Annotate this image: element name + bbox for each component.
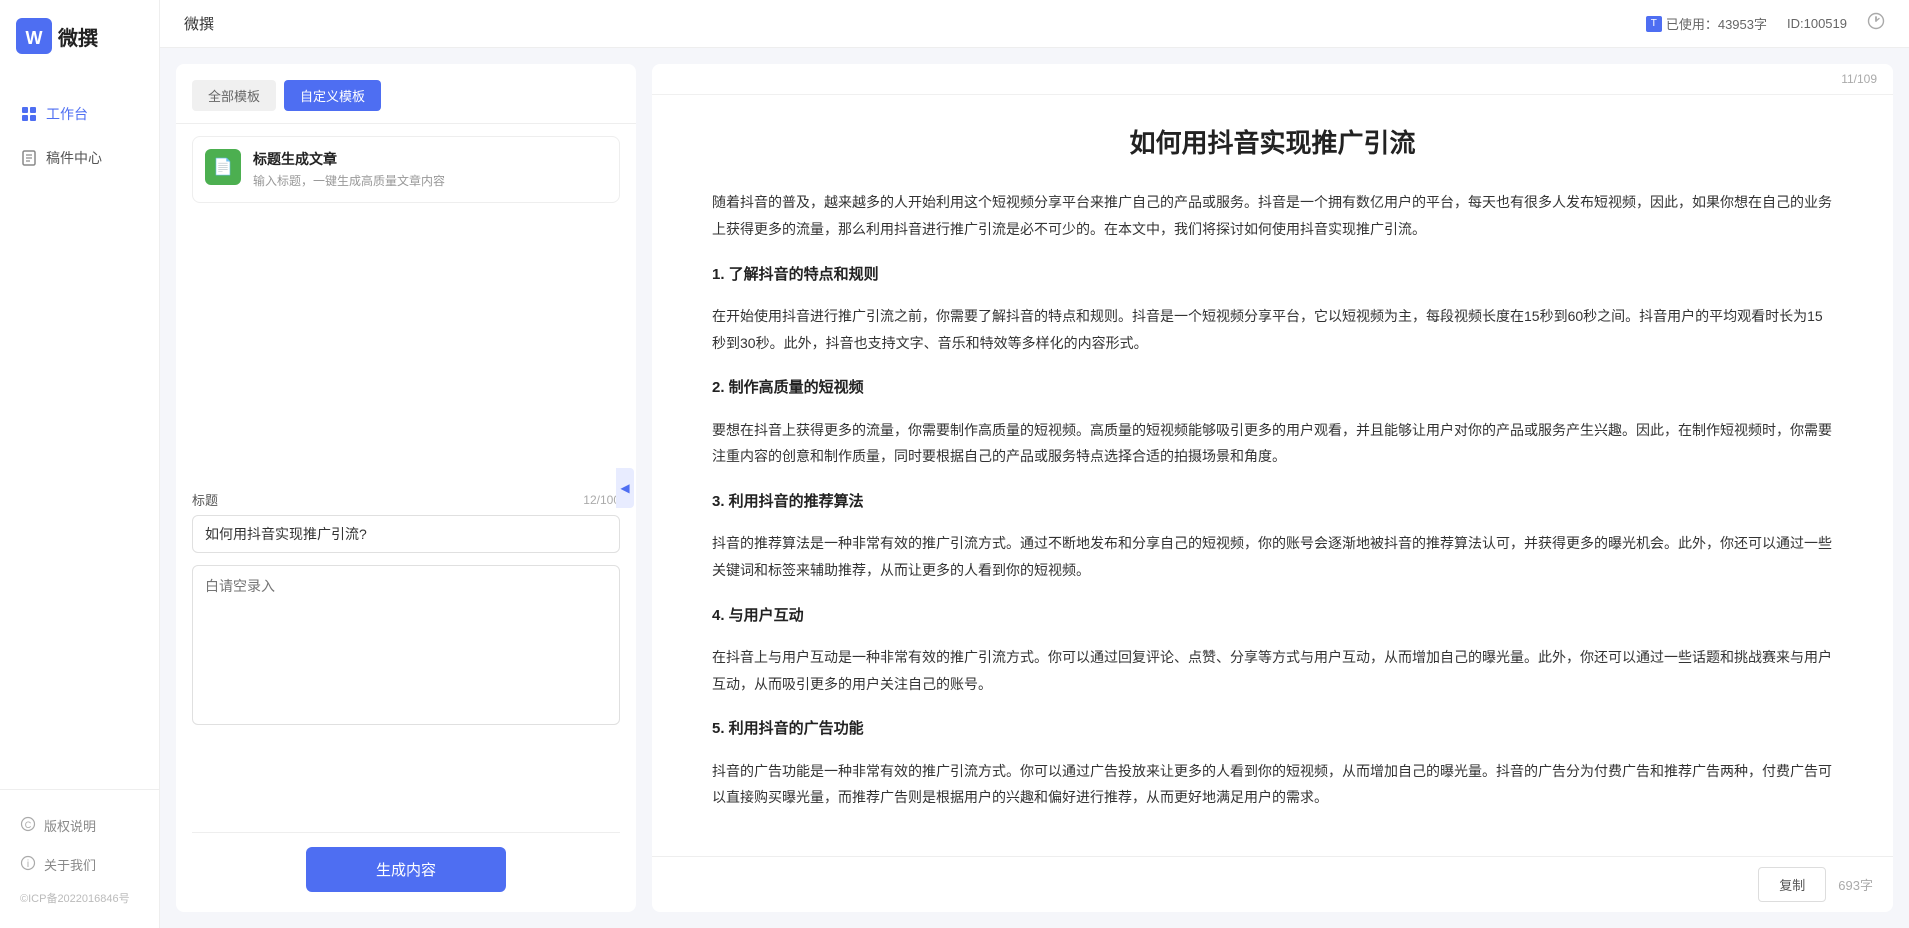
sidebar-item-drafts[interactable]: 稿件中心 <box>0 136 159 180</box>
tab-all-templates[interactable]: 全部模板 <box>192 80 276 111</box>
article-intro: 随着抖音的普及，越来越多的人开始利用这个短视频分享平台来推广自己的产品或服务。抖… <box>712 189 1833 242</box>
template-card-headline[interactable]: 📄 标题生成文章 输入标题，一键生成高质量文章内容 <box>192 136 620 203</box>
generate-button[interactable]: 生成内容 <box>306 847 506 892</box>
template-card-info: 标题生成文章 输入标题，一键生成高质量文章内容 <box>253 149 607 190</box>
section-1-title: 1. 了解抖音的特点和规则 <box>712 261 1833 290</box>
word-count: 693字 <box>1838 875 1873 894</box>
section-3-content: 抖音的推荐算法是一种非常有效的推广引流方式。通过不断地发布和分享自己的短视频，你… <box>712 530 1833 583</box>
sidebar-workbench-label: 工作台 <box>46 104 88 124</box>
copyright-label: 版权说明 <box>44 816 96 835</box>
usage-icon: T <box>1646 16 1662 32</box>
template-list: 📄 标题生成文章 输入标题，一键生成高质量文章内容 <box>176 124 636 478</box>
sidebar-nav: 工作台 稿件中心 <box>0 72 159 789</box>
title-char-count: 12/100 <box>583 493 620 507</box>
template-card-desc: 输入标题，一键生成高质量文章内容 <box>253 173 607 190</box>
right-panel-header: 11/109 <box>652 64 1893 95</box>
panel-divider <box>192 832 620 833</box>
logo-text: 微撰 <box>58 22 98 51</box>
content-textarea[interactable] <box>192 565 620 725</box>
page-count: 11/109 <box>1841 72 1877 86</box>
collapse-arrow[interactable]: ◀ <box>616 468 634 508</box>
drafts-icon <box>20 149 38 167</box>
title-label-row: 标题 12/100 <box>192 490 620 509</box>
svg-text:i: i <box>27 859 29 870</box>
section-5-title: 5. 利用抖音的广告功能 <box>712 715 1833 744</box>
usage-label: 已使用：43953字 <box>1666 14 1767 33</box>
section-4-content: 在抖音上与用户互动是一种非常有效的推广引流方式。你可以通过回复评论、点赞、分享等… <box>712 644 1833 697</box>
section-2-content: 要想在抖音上获得更多的流量，你需要制作高质量的短视频。高质量的短视频能够吸引更多… <box>712 417 1833 470</box>
content-form-group <box>192 565 620 728</box>
section-3-title: 3. 利用抖音的推荐算法 <box>712 488 1833 517</box>
article-content[interactable]: 如何用抖音实现推广引流 随着抖音的普及，越来越多的人开始利用这个短视频分享平台来… <box>652 95 1893 856</box>
template-card-name: 标题生成文章 <box>253 149 607 169</box>
header-id: ID:100519 <box>1787 16 1847 31</box>
sidebar: W 微撰 工作台 <box>0 0 160 928</box>
workbench-icon <box>20 105 38 123</box>
about-label: 关于我们 <box>44 855 96 874</box>
usage-info: T 已使用：43953字 <box>1646 14 1767 33</box>
logo-area: W 微撰 <box>0 0 159 72</box>
section-4-title: 4. 与用户互动 <box>712 602 1833 631</box>
icp-text: ©ICP备2022016846号 <box>0 884 159 912</box>
article-title: 如何用抖音实现推广引流 <box>712 125 1833 161</box>
sidebar-copyright[interactable]: C 版权说明 <box>0 806 159 845</box>
section-2-title: 2. 制作高质量的短视频 <box>712 374 1833 403</box>
sidebar-drafts-label: 稿件中心 <box>46 148 102 168</box>
title-label: 标题 <box>192 490 218 509</box>
article-body: 随着抖音的普及，越来越多的人开始利用这个短视频分享平台来推广自己的产品或服务。抖… <box>712 189 1833 811</box>
svg-text:W: W <box>26 28 43 48</box>
right-panel-footer: 复制 693字 <box>652 856 1893 912</box>
svg-text:C: C <box>25 820 32 830</box>
right-panel: 11/109 如何用抖音实现推广引流 随着抖音的普及，越来越多的人开始利用这个短… <box>652 64 1893 912</box>
section-5-content: 抖音的广告功能是一种非常有效的推广引流方式。你可以通过广告投放来让更多的人看到你… <box>712 758 1833 811</box>
content-wrapper: 全部模板 自定义模板 📄 标题生成文章 输入标题，一键生成高质量文章内容 标题 … <box>160 48 1909 928</box>
header: 微撰 T 已使用：43953字 ID:100519 <box>160 0 1909 48</box>
title-form-group: 标题 12/100 <box>192 490 620 553</box>
sidebar-bottom: C 版权说明 i 关于我们 ©ICP备2022016846号 <box>0 789 159 928</box>
template-card-icon: 📄 <box>205 149 241 185</box>
copy-button[interactable]: 复制 <box>1758 867 1826 902</box>
sidebar-item-workbench[interactable]: 工作台 <box>0 92 159 136</box>
sidebar-about[interactable]: i 关于我们 <box>0 845 159 884</box>
panel-tabs: 全部模板 自定义模板 <box>176 64 636 124</box>
form-section: 标题 12/100 <box>176 478 636 820</box>
title-input[interactable] <box>192 515 620 553</box>
header-right: T 已使用：43953字 ID:100519 <box>1646 12 1885 35</box>
collapse-icon: ◀ <box>620 481 629 495</box>
header-title: 微撰 <box>184 13 214 34</box>
left-panel: 全部模板 自定义模板 📄 标题生成文章 输入标题，一键生成高质量文章内容 标题 … <box>176 64 636 912</box>
section-1-content: 在开始使用抖音进行推广引流之前，你需要了解抖音的特点和规则。抖音是一个短视频分享… <box>712 303 1833 356</box>
tab-custom-templates[interactable]: 自定义模板 <box>284 80 381 111</box>
panel-bottom: 生成内容 <box>176 820 636 912</box>
copyright-icon: C <box>20 816 36 835</box>
logout-button[interactable] <box>1867 12 1885 35</box>
about-icon: i <box>20 855 36 874</box>
main-area: 微撰 T 已使用：43953字 ID:100519 全部模板 <box>160 0 1909 928</box>
logo-icon: W <box>16 18 52 54</box>
